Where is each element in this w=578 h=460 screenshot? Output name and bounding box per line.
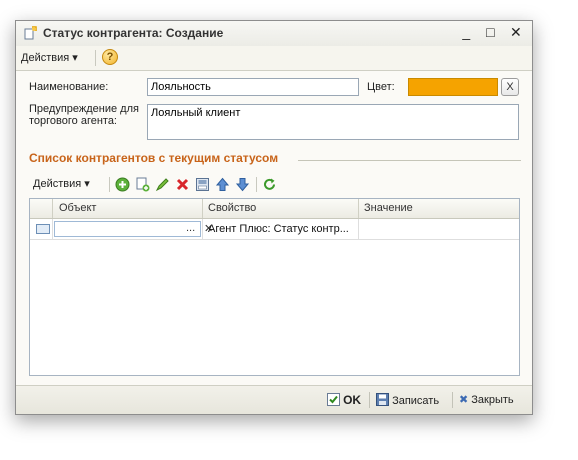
column-divider [52,199,53,218]
column-header-property[interactable]: Свойство [208,202,256,214]
ok-label: OK [343,393,362,407]
add-icon[interactable] [115,177,130,192]
row-picture-icon [36,224,50,234]
close-button[interactable]: ✕ [510,24,524,41]
table-actions-menu[interactable]: Действия ▾ [33,177,90,190]
color-label: Цвет: [367,81,395,93]
toolbar-separator [256,177,257,192]
document-icon [24,26,37,40]
menu-bar: Действия ▾ ? [16,46,532,71]
move-down-icon[interactable] [235,177,250,192]
table-row[interactable]: ... ✕ Агент Плюс: Статус контр... [30,219,519,240]
color-field[interactable] [408,78,498,96]
name-label: Наименование: [29,81,109,93]
object-input[interactable] [54,221,201,237]
close-x-icon: ✖ [459,394,469,406]
close-label: Закрыть [471,394,514,406]
object-select-button[interactable]: ... [186,222,195,234]
delete-icon[interactable] [175,177,190,192]
actions-menu[interactable]: Действия ▾ [21,51,78,64]
contractors-table: Объект Свойство Значение ... ✕ Агент Плю… [29,198,520,376]
table-header: Объект Свойство Значение [30,199,519,219]
column-divider [358,219,359,239]
close-form-button[interactable]: ✖ Закрыть [459,393,514,406]
table-toolbar: Действия ▾ [29,173,519,195]
help-icon[interactable]: ? [102,49,118,65]
copy-icon[interactable] [135,177,150,192]
column-divider [358,199,359,218]
color-clear-button[interactable]: X [501,78,519,96]
footer-separator [369,392,370,408]
refresh-icon[interactable] [262,177,277,192]
save-button[interactable]: Записать [376,393,439,407]
property-cell[interactable]: Агент Плюс: Статус контр... [208,223,349,235]
minimize-button[interactable]: _ [462,24,476,40]
ok-button[interactable]: OK [327,393,361,407]
title-bar[interactable]: Статус контрагента: Создание _ □ ✕ [16,21,532,47]
report-icon[interactable] [195,177,210,192]
column-header-value[interactable]: Значение [364,202,413,214]
window-controls: _ □ ✕ [462,24,524,41]
maximize-button[interactable]: □ [486,24,500,40]
move-up-icon[interactable] [215,177,230,192]
column-divider [202,199,203,218]
dialog-window: Статус контрагента: Создание _ □ ✕ Дейст… [15,20,533,415]
window-title: Статус контрагента: Создание [43,26,224,40]
warning-label-line2: торгового агента: [29,115,117,127]
footer-bar: OK Записать ✖ Закрыть [16,385,532,414]
section-divider [298,160,521,161]
column-divider [202,219,203,239]
edit-icon[interactable] [155,177,170,192]
column-header-object[interactable]: Объект [59,202,96,214]
save-label: Записать [392,395,440,407]
column-divider [52,219,53,239]
section-title: Список контрагентов с текущим статусом [29,151,279,165]
name-field[interactable]: Лояльность [147,78,359,96]
toolbar-separator [109,177,110,192]
warning-field[interactable]: Лояльный клиент [147,104,519,140]
footer-separator [452,392,453,408]
warning-label-line1: Предупреждение для [29,103,139,115]
ok-check-icon [327,393,340,406]
menu-separator [95,50,96,66]
save-icon [376,393,389,406]
